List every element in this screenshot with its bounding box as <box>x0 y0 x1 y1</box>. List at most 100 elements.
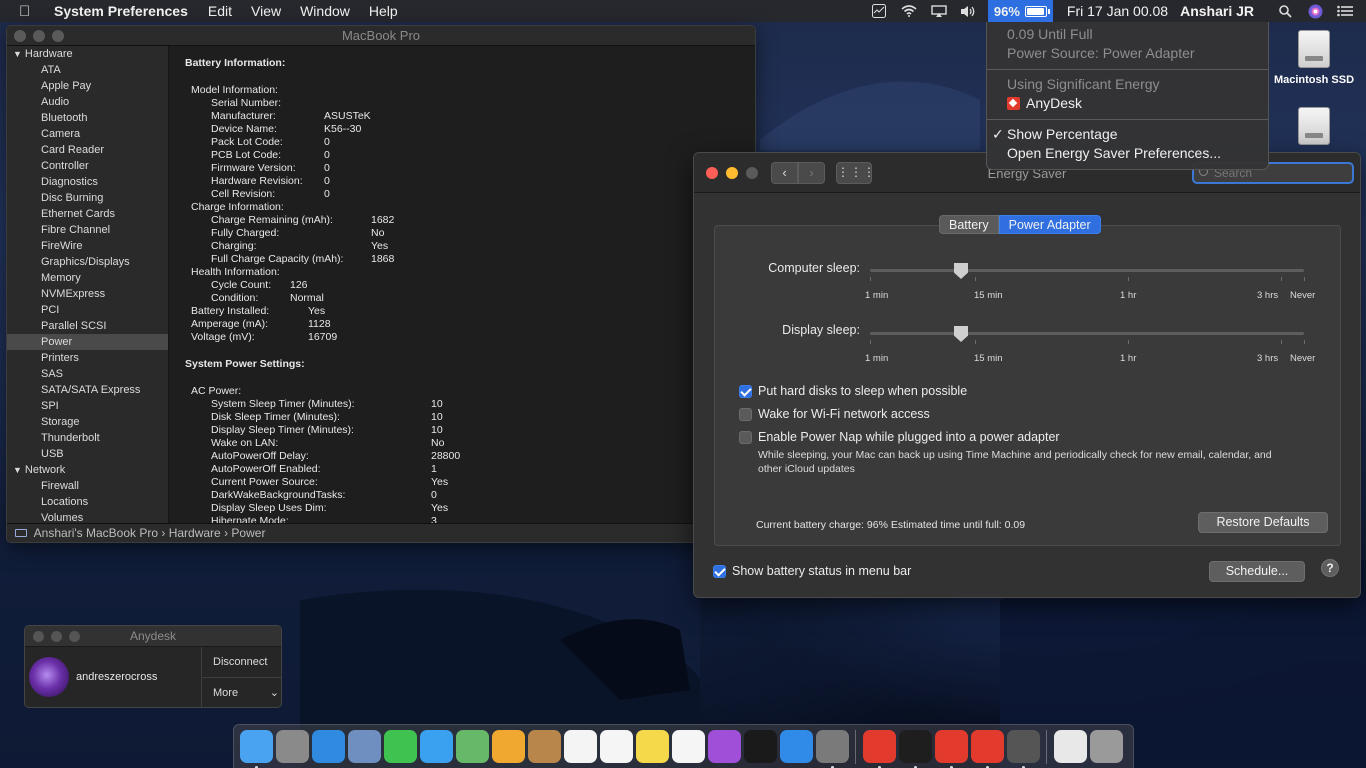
dock-finder-icon[interactable] <box>239 730 273 768</box>
zoom-button[interactable] <box>52 30 64 42</box>
minimize-button[interactable] <box>51 631 62 642</box>
menu-help[interactable]: Help <box>369 3 398 19</box>
sidebar-item-disc-burning[interactable]: Disc Burning <box>7 190 168 206</box>
dock-contacts-icon[interactable] <box>527 730 561 763</box>
sidebar-item-parallel-scsi[interactable]: Parallel SCSI <box>7 318 168 334</box>
sidebar-item-firewire[interactable]: FireWire <box>7 238 168 254</box>
path-item-power[interactable]: Power <box>231 526 265 540</box>
sidebar-item-diagnostics[interactable]: Diagnostics <box>7 174 168 190</box>
anydesk-titlebar[interactable]: Anydesk <box>25 626 281 647</box>
menu-window[interactable]: Window <box>300 3 350 19</box>
restore-defaults-button[interactable]: Restore Defaults <box>1198 512 1328 533</box>
dock-music-icon[interactable] <box>671 730 705 763</box>
schedule-button[interactable]: Schedule... <box>1209 561 1305 582</box>
minimize-button[interactable] <box>33 30 45 42</box>
dock-anydesk-icon[interactable] <box>862 730 896 768</box>
close-button[interactable] <box>14 30 26 42</box>
dock-maps-icon[interactable] <box>455 730 489 763</box>
path-item-hardware[interactable]: Hardware <box>169 526 221 540</box>
sidebar-item-memory[interactable]: Memory <box>7 270 168 286</box>
sidebar-item-thunderbolt[interactable]: Thunderbolt <box>7 430 168 446</box>
desktop-disk-macintosh-ssd[interactable]: Macintosh SSD <box>1269 30 1359 86</box>
sidebar-item-firewall[interactable]: Firewall <box>7 478 168 494</box>
sidebar-item-printers[interactable]: Printers <box>7 350 168 366</box>
help-button[interactable]: ? <box>1321 559 1339 577</box>
computer-sleep-slider-knob[interactable] <box>954 263 968 279</box>
menu-edit[interactable]: Edit <box>208 3 232 19</box>
activity-monitor-icon[interactable] <box>864 0 894 22</box>
menu-user[interactable]: Anshari JR <box>1180 3 1254 19</box>
hard-disk-sleep-checkbox[interactable] <box>739 384 752 398</box>
dock-apple-tv-icon[interactable] <box>743 730 777 763</box>
disconnect-button[interactable]: Disconnect <box>202 647 281 678</box>
dock-anydesk-3-icon[interactable] <box>970 730 1004 768</box>
dock-system-information-icon[interactable] <box>1006 730 1040 768</box>
more-button[interactable]: More ⌄ <box>202 678 281 707</box>
menu-item-open-energy-saver[interactable]: Open Energy Saver Preferences... <box>987 144 1268 163</box>
wake-wifi-option[interactable]: Wake for Wi-Fi network access <box>739 407 930 421</box>
siri-icon[interactable] <box>1300 0 1330 22</box>
computer-sleep-slider[interactable] <box>870 269 1304 272</box>
dock-facetime-icon[interactable] <box>383 730 417 763</box>
power-nap-checkbox[interactable] <box>739 430 752 444</box>
sidebar-item-storage[interactable]: Storage <box>7 414 168 430</box>
desktop-disk-2[interactable] <box>1269 107 1359 145</box>
path-item-computer[interactable]: Anshari's MacBook Pro <box>34 526 158 540</box>
dock-safari-icon[interactable] <box>311 730 345 763</box>
sidebar-item-pci[interactable]: PCI <box>7 302 168 318</box>
system-information-titlebar[interactable]: MacBook Pro <box>7 26 755 46</box>
spotlight-search-icon[interactable] <box>1270 0 1300 22</box>
sidebar-item-fibre-channel[interactable]: Fibre Channel <box>7 222 168 238</box>
dock-preview-icon[interactable] <box>347 730 381 763</box>
dock-podcasts-icon[interactable] <box>707 730 741 763</box>
menu-app-name[interactable]: System Preferences <box>54 3 188 19</box>
dock-terminal-icon[interactable] <box>898 730 932 768</box>
display-sleep-slider[interactable] <box>870 332 1304 335</box>
menu-clock[interactable]: Fri 17 Jan 00.08 <box>1067 3 1168 19</box>
dock-anydesk-2-icon[interactable] <box>934 730 968 768</box>
sidebar-item-power[interactable]: Power <box>7 334 168 350</box>
dock-system-preferences-icon[interactable] <box>815 730 849 768</box>
show-battery-status-checkbox[interactable] <box>713 564 726 578</box>
show-battery-status-option[interactable]: Show battery status in menu bar <box>713 564 911 578</box>
volume-icon[interactable] <box>954 0 984 22</box>
wake-wifi-checkbox[interactable] <box>739 407 752 421</box>
sidebar-item-sata-sata-express[interactable]: SATA/SATA Express <box>7 382 168 398</box>
menu-item-show-percentage[interactable]: ✓ Show Percentage <box>987 125 1268 144</box>
sidebar-category-network[interactable]: ▼ Network <box>7 462 168 478</box>
sidebar-item-card-reader[interactable]: Card Reader <box>7 142 168 158</box>
sidebar-item-spi[interactable]: SPI <box>7 398 168 414</box>
sidebar-item-apple-pay[interactable]: Apple Pay <box>7 78 168 94</box>
tab-power-adapter[interactable]: Power Adapter <box>998 215 1101 234</box>
dock-app-store-icon[interactable] <box>779 730 813 763</box>
airplay-icon[interactable] <box>924 0 954 22</box>
close-button[interactable] <box>33 631 44 642</box>
sidebar-item-ata[interactable]: ATA <box>7 62 168 78</box>
dock-launchpad-icon[interactable] <box>275 730 309 763</box>
apple-menu-icon[interactable]:  <box>19 3 37 20</box>
sidebar-item-ethernet-cards[interactable]: Ethernet Cards <box>7 206 168 222</box>
display-sleep-slider-knob[interactable] <box>954 326 968 342</box>
zoom-button[interactable] <box>69 631 80 642</box>
wifi-icon[interactable] <box>894 0 924 22</box>
dock-notes-icon[interactable] <box>635 730 669 763</box>
hard-disk-sleep-option[interactable]: Put hard disks to sleep when possible <box>739 384 967 398</box>
disclosure-triangle-icon[interactable]: ▼ <box>13 465 22 475</box>
sidebar-item-bluetooth[interactable]: Bluetooth <box>7 110 168 126</box>
sidebar-item-sas[interactable]: SAS <box>7 366 168 382</box>
dock-photos-icon[interactable] <box>491 730 525 763</box>
notification-center-icon[interactable] <box>1330 0 1360 22</box>
sidebar-item-nvmexpress[interactable]: NVMExpress <box>7 286 168 302</box>
dock-document-icon[interactable] <box>1053 730 1087 763</box>
sidebar-item-audio[interactable]: Audio <box>7 94 168 110</box>
sidebar-category-hardware[interactable]: ▼ Hardware <box>7 46 168 62</box>
sidebar-item-controller[interactable]: Controller <box>7 158 168 174</box>
sidebar-item-graphics-displays[interactable]: Graphics/Displays <box>7 254 168 270</box>
tab-battery[interactable]: Battery <box>939 215 999 234</box>
dock-messages-icon[interactable] <box>419 730 453 763</box>
battery-menu-extra[interactable]: 96% <box>987 0 1053 22</box>
power-nap-option[interactable]: Enable Power Nap while plugged into a po… <box>739 430 1060 444</box>
disclosure-triangle-icon[interactable]: ▼ <box>13 49 22 59</box>
dock-calendar-icon[interactable] <box>563 730 597 763</box>
dock-reminders-icon[interactable] <box>599 730 633 763</box>
